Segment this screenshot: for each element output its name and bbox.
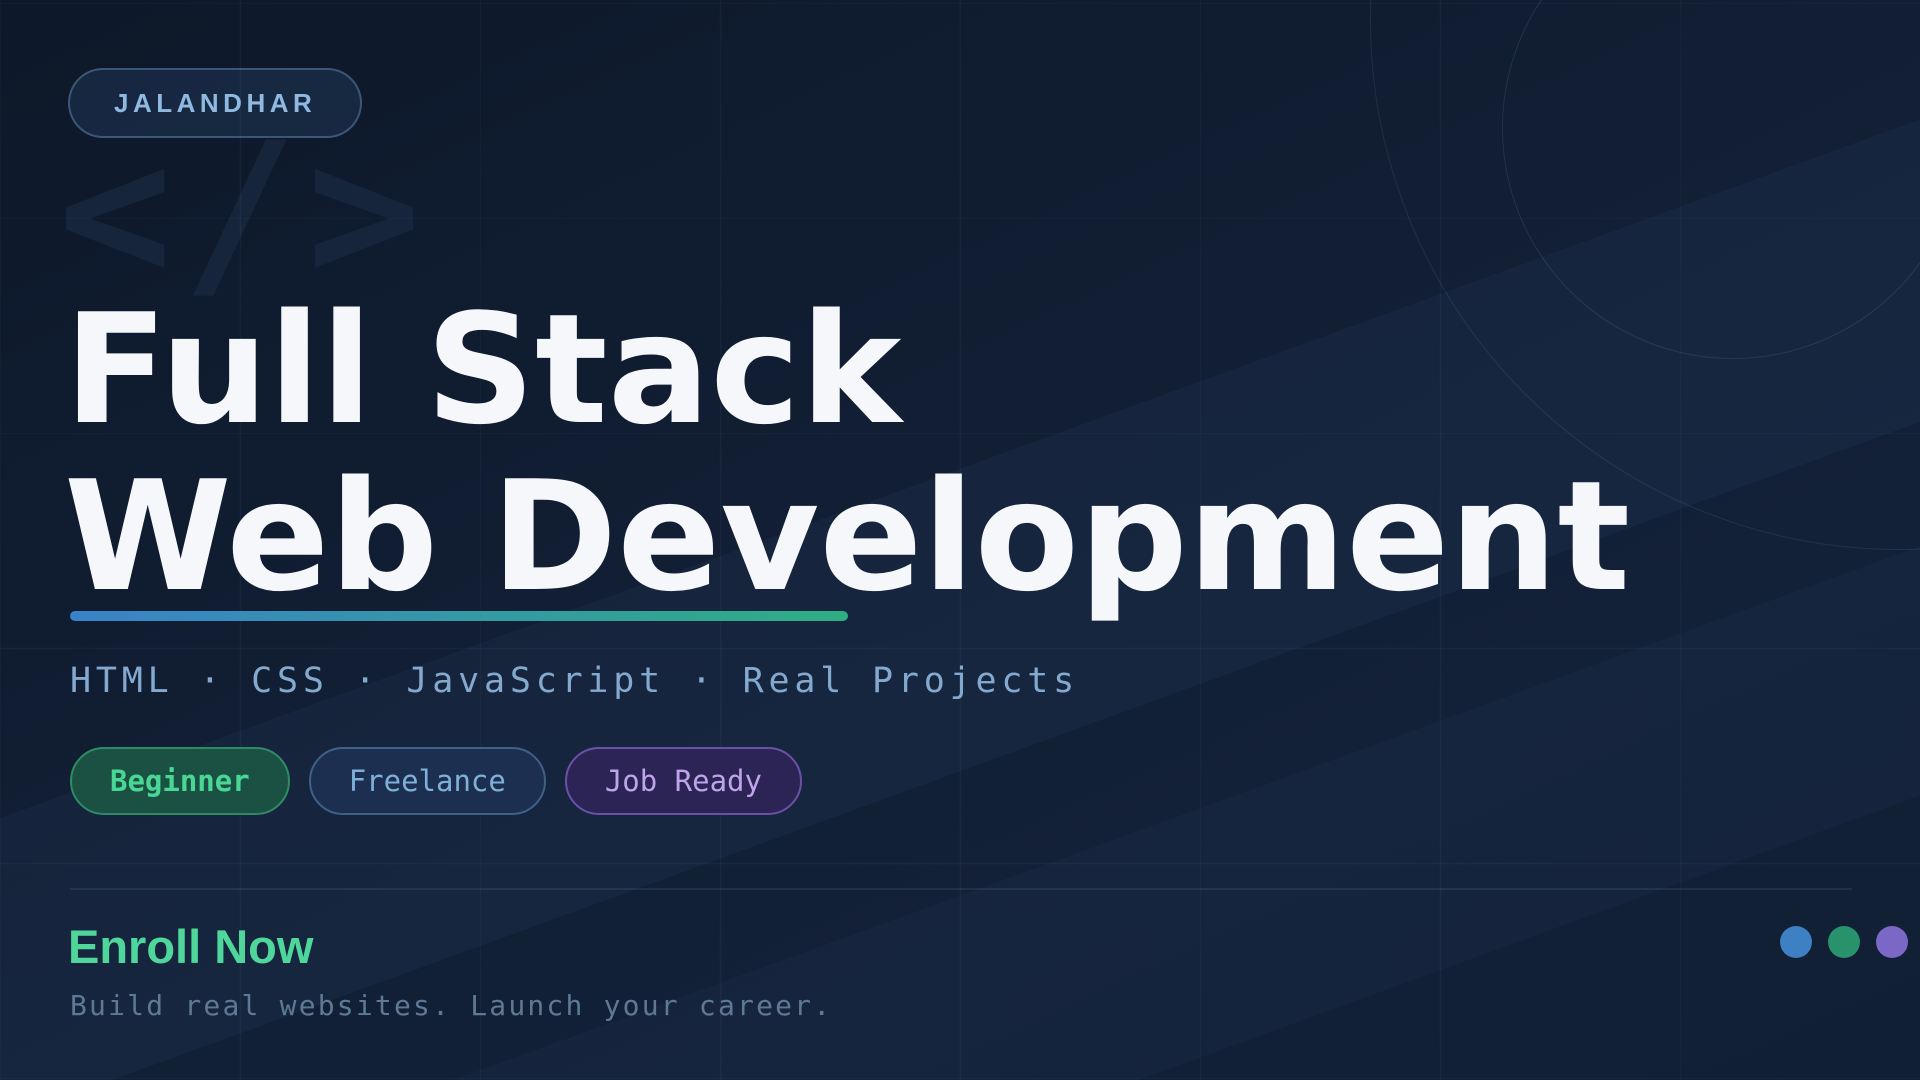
tag-freelance: Freelance [309,747,546,815]
hero-page: </> JALANDHAR Full Stack Web Development… [0,0,1920,1080]
tag-job-ready: Job Ready [565,747,802,815]
tag-row: Beginner Freelance Job Ready [70,747,802,815]
carousel-dot-purple [1876,926,1908,958]
location-badge: JALANDHAR [68,68,362,138]
carousel-dot-green [1828,926,1860,958]
course-topics-subtitle: HTML · CSS · JavaScript · Real Projects [70,664,1079,699]
carousel-dot-blue [1780,926,1812,958]
footer-divider [70,888,1852,890]
page-title: Full Stack Web Development [64,286,1630,620]
carousel-dots [1780,926,1908,958]
enroll-now-link[interactable]: Enroll Now [68,920,313,974]
title-gradient-underline [70,611,848,621]
code-watermark-icon: </> [58,118,431,308]
tag-beginner: Beginner [70,747,290,815]
cta-tagline: Build real websites. Launch your career. [70,989,832,1023]
location-badge-label: JALANDHAR [114,88,316,119]
page-title-line2: Web Development [64,448,1630,625]
page-title-line1: Full Stack [64,281,901,458]
